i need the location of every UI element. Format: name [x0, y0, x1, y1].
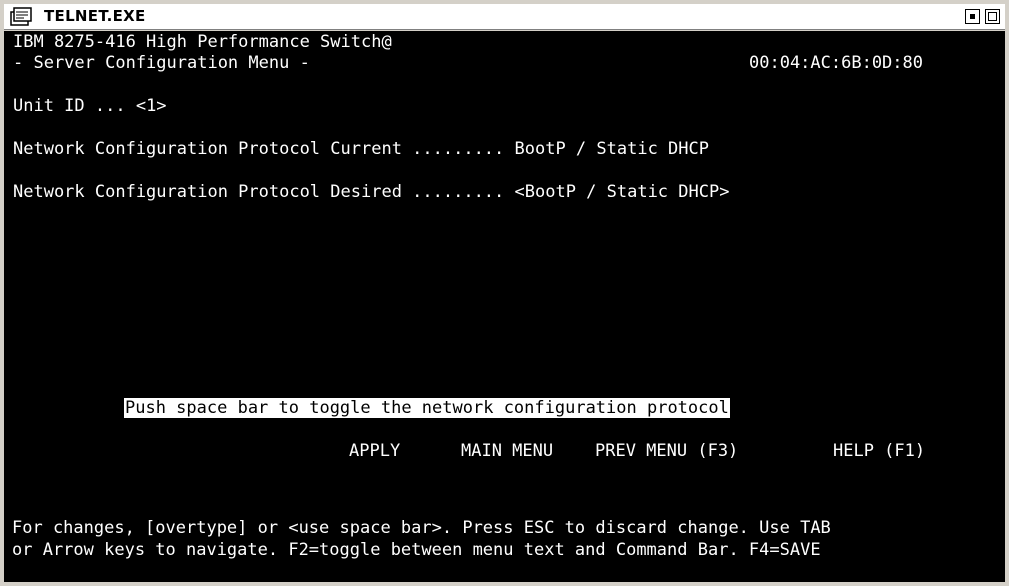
protocol-desired-field[interactable]: <BootP / Static DHCP> — [515, 182, 730, 202]
protocol-desired-row: Network Configuration Protocol Desired .… — [13, 181, 729, 203]
minimize-button[interactable] — [965, 9, 980, 24]
switch-model-heading: IBM 8275-416 High Performance Switch@ — [13, 32, 392, 52]
maximize-button[interactable] — [985, 9, 1000, 24]
protocol-current-row: Network Configuration Protocol Current .… — [13, 138, 709, 160]
prev-menu-button[interactable]: PREV MENU (F3) — [595, 440, 738, 462]
footer-help-line-2: or Arrow keys to navigate. F2=toggle bet… — [12, 540, 821, 560]
toggle-hint: Push space bar to toggle the network con… — [124, 398, 730, 418]
protocol-desired-label: Network Configuration Protocol Desired .… — [13, 182, 515, 202]
unit-id-row: Unit ID ... <1> — [13, 95, 167, 117]
terminal-screen[interactable]: IBM 8275-416 High Performance Switch@ - … — [4, 31, 1005, 582]
window-title: TELNET.EXE — [44, 7, 146, 25]
footer-help-line-1: For changes, [overtype] or <use space ba… — [12, 518, 831, 538]
protocol-current-value: BootP / Static DHCP — [514, 139, 709, 159]
hint-line: Push space bar to toggle the network con… — [124, 397, 730, 419]
telnet-window: TELNET.EXE IBM 8275-416 High Performance… — [0, 0, 1009, 586]
terminal-app-icon — [10, 7, 32, 26]
help-button[interactable]: HELP (F1) — [833, 440, 925, 462]
unit-id-field[interactable]: <1> — [136, 96, 167, 116]
unit-id-label: Unit ID ... — [13, 96, 136, 116]
protocol-current-label: Network Configuration Protocol Current .… — [13, 139, 515, 159]
menu-title: - Server Configuration Menu - — [13, 53, 310, 73]
mac-address: 00:04:AC:6B:0D:80 — [749, 53, 923, 73]
apply-button[interactable]: APPLY — [349, 440, 400, 462]
main-menu-button[interactable]: MAIN MENU — [461, 440, 553, 462]
title-bar[interactable]: TELNET.EXE — [4, 4, 1005, 30]
